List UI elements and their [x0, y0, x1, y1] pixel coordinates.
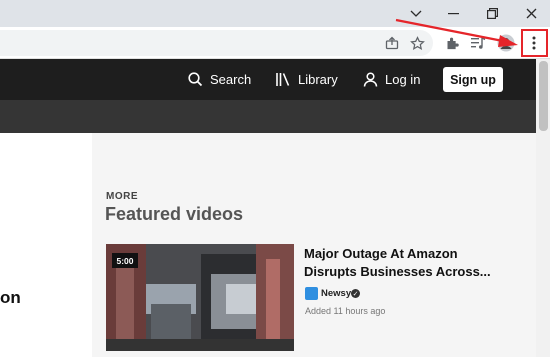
library-icon: [276, 73, 290, 86]
address-bar[interactable]: [0, 30, 433, 56]
login-nav-link[interactable]: Log in: [363, 59, 420, 100]
video-title-link[interactable]: Major Outage At Amazon Disrupts Business…: [304, 245, 504, 281]
video-duration-badge: 5:00: [112, 253, 138, 268]
verified-check-icon: ✓: [351, 289, 360, 298]
login-label: Log in: [385, 72, 421, 87]
library-nav-link[interactable]: Library: [275, 59, 338, 100]
menu-highlight-box: [521, 29, 548, 57]
newsy-logo-icon: [305, 287, 318, 300]
scrollbar-thumb[interactable]: [539, 61, 548, 131]
library-label: Library: [298, 72, 338, 87]
more-label: MORE: [106, 191, 138, 202]
annotation-arrow-icon: [395, 18, 518, 47]
search-label: Search: [210, 72, 252, 87]
article-heading-partial: on: [0, 288, 21, 307]
search-nav-link[interactable]: Search: [188, 59, 251, 100]
featured-videos-heading: Featured videos: [105, 204, 244, 224]
user-icon: [363, 72, 378, 87]
channel-name[interactable]: Newsy: [321, 288, 351, 299]
search-icon: [188, 72, 203, 87]
signup-button[interactable]: Sign up: [443, 67, 503, 92]
left-content-column: [0, 133, 92, 357]
close-icon: [526, 8, 536, 19]
site-subnav: [0, 100, 536, 133]
video-added-time: Added 11 hours ago: [305, 306, 386, 316]
